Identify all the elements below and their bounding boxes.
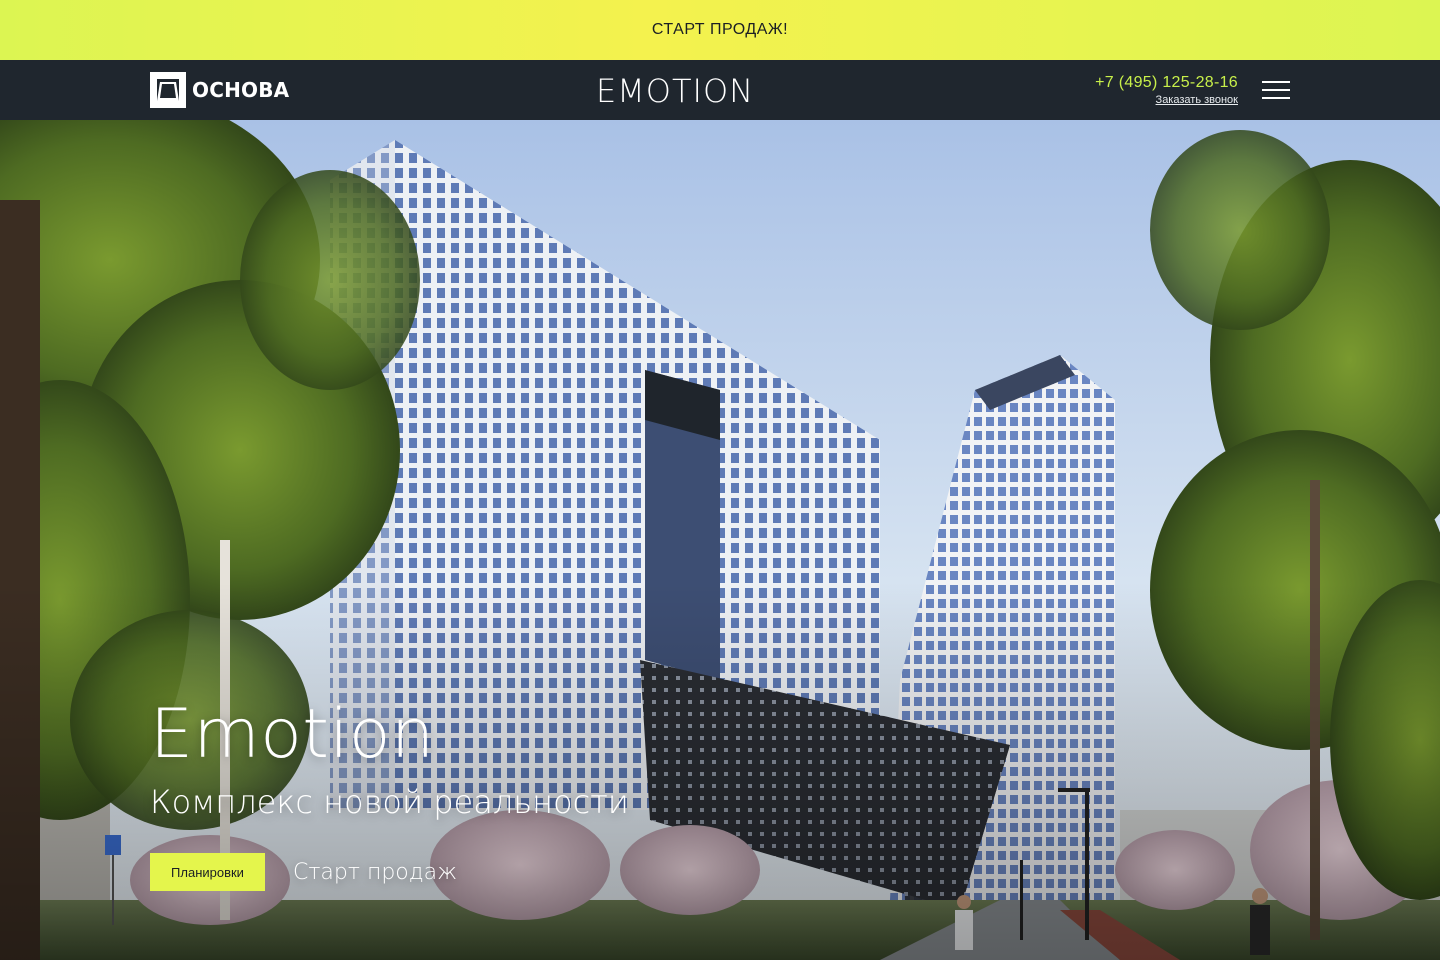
site-header: ОСНОВА EMOTION +7 (495) 125-28-16 Заказа…: [0, 60, 1440, 120]
phone-link[interactable]: +7 (495) 125-28-16: [1095, 74, 1238, 92]
brand-logo-link[interactable]: ОСНОВА: [150, 72, 289, 108]
promo-banner: СТАРТ ПРОДАЖ!: [0, 0, 1440, 60]
callback-link[interactable]: Заказать звонок: [1095, 94, 1238, 106]
sales-start-link[interactable]: Старт продаж: [293, 860, 457, 885]
hero-section: Emotion Комплекс новой реальности Планир…: [0, 120, 1440, 960]
project-logo[interactable]: EMOTION: [595, 74, 755, 108]
osnova-logo-icon: [150, 72, 186, 108]
contact-block: +7 (495) 125-28-16 Заказать звонок: [1095, 74, 1238, 106]
promo-banner-text: СТАРТ ПРОДАЖ!: [651, 21, 789, 38]
hero-subtitle: Комплекс новой реальности: [150, 783, 629, 821]
hamburger-menu-icon[interactable]: [1262, 81, 1290, 99]
brand-name: ОСНОВА: [192, 78, 290, 102]
plans-button[interactable]: Планировки: [150, 853, 265, 891]
hero-title: Emotion: [150, 695, 435, 774]
hero-background-image: [0, 120, 1440, 960]
